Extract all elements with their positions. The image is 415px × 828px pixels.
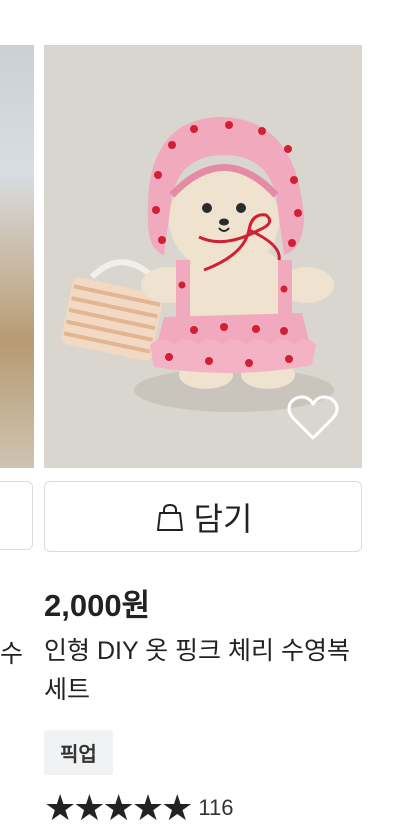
shopping-bag-icon [156, 503, 183, 531]
product-title[interactable]: 인형 DIY 옷 핑크 체리 수영복 세트 [44, 632, 362, 710]
add-to-cart-label: 담기 [193, 500, 253, 537]
product-price: 2,000원 [44, 588, 151, 623]
previous-cart-button[interactable] [0, 481, 33, 550]
previous-product-image[interactable] [0, 45, 34, 468]
rating-row: ★★★★★ 116 [44, 788, 233, 828]
pickup-badge: 픽업 [44, 730, 113, 775]
previous-product-card[interactable]: 수 [0, 0, 34, 808]
review-count: 116 [198, 795, 234, 820]
heart-icon[interactable] [286, 394, 340, 442]
previous-product-title[interactable]: 수 [0, 634, 23, 670]
product-card[interactable]: 담기 2,000원 인형 DIY 옷 핑크 체리 수영복 세트 픽업 ★★★★★… [44, 0, 362, 828]
product-image[interactable] [44, 45, 362, 468]
cherry-swimsuit [150, 313, 316, 374]
star-rating-icons: ★★★★★ [44, 787, 193, 828]
add-to-cart-button[interactable]: 담기 [44, 481, 362, 552]
